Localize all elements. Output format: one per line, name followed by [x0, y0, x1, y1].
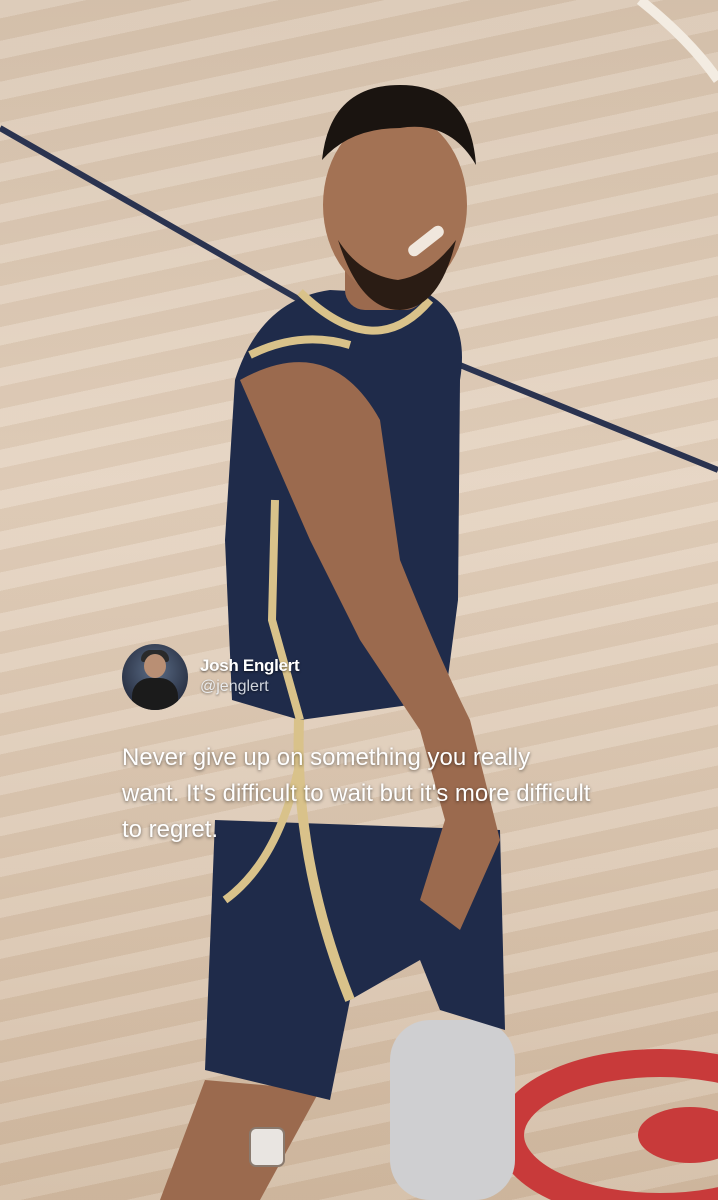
photo-background: Josh Englert @jenglert Never give up on …: [0, 0, 718, 1200]
court-center-dot: [638, 1107, 718, 1163]
tweet-author[interactable]: Josh Englert @jenglert: [200, 656, 300, 696]
author-name[interactable]: Josh Englert: [200, 656, 300, 676]
court-arc: [636, 0, 718, 83]
player-leg-left: [160, 1080, 320, 1200]
author-handle[interactable]: @jenglert: [200, 678, 299, 696]
knee-sleeve: [390, 1020, 515, 1200]
leg-tape: [249, 1127, 285, 1167]
avatar-head: [144, 654, 166, 678]
avatar[interactable]: [122, 644, 188, 710]
basketball-photo: [0, 0, 718, 1200]
avatar-body: [132, 678, 178, 710]
tweet-text: Never give up on something you really wa…: [122, 744, 591, 843]
